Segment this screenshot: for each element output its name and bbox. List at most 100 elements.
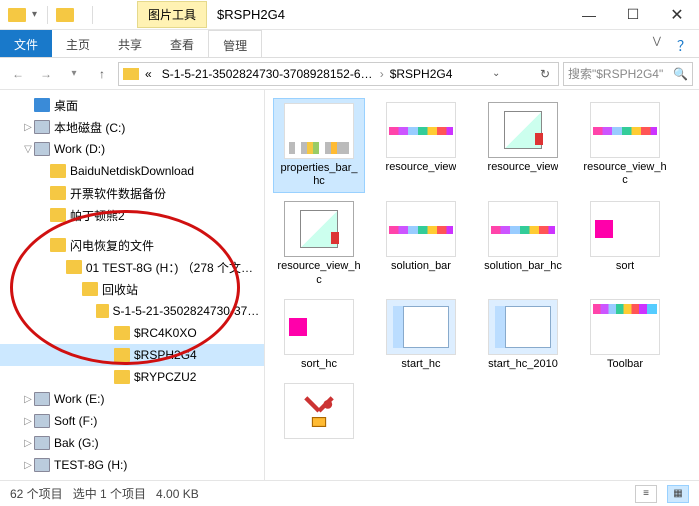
tab-share[interactable]: 共享 [104,30,156,57]
tree-item[interactable]: ▷Bak (G:) [0,432,264,454]
folder-icon [50,164,66,178]
tree-item-label: Work (D:) [54,142,105,156]
item-count: 62 个项目 [10,485,63,502]
tree-item[interactable]: 闪电恢复的文件 [0,234,264,256]
expand-icon[interactable]: ▷ [22,438,34,449]
tab-file[interactable]: 文件 [0,30,52,57]
disk-icon [34,458,50,472]
maximize-button[interactable]: ☐ [611,0,655,30]
file-item[interactable]: resource_view_hc [273,197,365,290]
tree-item-label: 网络 [38,479,62,481]
file-label: resource_view_hc [277,260,361,286]
file-thumbnail [284,201,354,257]
file-item[interactable]: properties_bar_hc [273,98,365,193]
back-button[interactable]: ← [6,62,30,86]
refresh-icon[interactable]: ↻ [536,67,554,81]
ribbon-expand-icon[interactable]: ⋁ [645,30,669,57]
chevron-right-icon[interactable]: › [380,67,384,81]
tree-item[interactable]: 帕丁顿熊2 [0,204,264,226]
file-label: start_hc_2010 [488,358,558,371]
folder-icon [114,326,130,340]
expand-icon[interactable]: ▷ [22,416,34,427]
file-item[interactable]: solution_bar_hc [477,197,569,290]
file-label: properties_bar_hc [278,162,360,188]
file-item[interactable] [273,379,365,446]
tree-item[interactable]: $RSPH2G4 [0,344,264,366]
folder-icon [114,348,130,362]
breadcrumb-prefix[interactable]: « [141,67,156,81]
tree-item-label: 帕丁顿熊2 [70,207,125,224]
folder-icon [114,370,130,384]
folder-icon [50,208,66,222]
tab-view[interactable]: 查看 [156,30,208,57]
tree-item-label: 本地磁盘 (C:) [54,119,125,136]
file-list[interactable]: properties_bar_hcresource_viewresource_v… [265,90,699,480]
tree-item-label: BaiduNetdiskDownload [70,164,194,178]
close-button[interactable]: ✕ [655,0,699,30]
file-thumbnail [488,201,558,257]
file-item[interactable]: solution_bar [375,197,467,290]
search-placeholder: 搜索"$RSPH2G4" [568,65,663,82]
separator [47,6,48,24]
qat-dropdown[interactable]: ▾ [30,9,39,20]
tree-item[interactable]: ▽ Work (D:) [0,138,264,160]
file-label: resource_view [386,161,457,174]
spacer [262,30,645,57]
tree-item[interactable]: BaiduNetdiskDownload [0,160,264,182]
file-item[interactable]: sort_hc [273,295,365,375]
tree-item[interactable]: 回收站 [0,278,264,300]
tree-item[interactable]: $RYPCZU2 [0,366,264,388]
tree-item-label: 回收站 [102,281,138,298]
file-item[interactable]: resource_view_hc [579,98,671,193]
folder-icon [8,8,26,22]
tree-item[interactable]: 开票软件数据备份 [0,182,264,204]
tree-item[interactable]: $RC4K0XO [0,322,264,344]
disk-icon [34,414,50,428]
file-item[interactable]: sort [579,197,671,290]
context-tab-label: 图片工具 [137,1,207,28]
expand-icon[interactable]: ▷ [22,460,34,471]
tree-item[interactable]: ▷Work (E:) [0,388,264,410]
tree-item[interactable]: ▷ 本地磁盘 (C:) [0,116,264,138]
navigation-tree[interactable]: 桌面 ▷ 本地磁盘 (C:) ▽ Work (D:) BaiduNetdiskDownlo… [0,90,265,480]
tab-manage[interactable]: 管理 [208,30,262,57]
selection-size: 4.00 KB [156,487,199,501]
search-icon[interactable]: 🔍 [673,67,688,81]
tree-item[interactable]: 桌面 [0,94,264,116]
tree-item-label: 闪电恢复的文件 [70,237,154,254]
tree-item[interactable]: ▷TEST-8G (H:) [0,454,264,476]
address-dropdown[interactable]: ⌄ [488,68,504,79]
expand-icon[interactable]: ▽ [22,144,34,155]
quick-access-toolbar: ▾ [0,6,97,24]
recent-locations[interactable]: ▾ [62,62,86,86]
forward-button[interactable]: → [34,62,58,86]
file-label: solution_bar_hc [484,260,562,273]
tree-item[interactable]: ▷Soft (F:) [0,410,264,432]
up-button[interactable]: ↑ [90,62,114,86]
tree-item[interactable]: S-1-5-21-3502824730-3708928152 [0,300,264,322]
minimize-button[interactable]: — [567,0,611,30]
icons-view-button[interactable]: ▦ [667,485,689,503]
tree-item[interactable]: ▷网络 [0,476,264,480]
expand-icon[interactable]: ▷ [22,122,34,133]
help-icon[interactable]: ？ [669,30,699,57]
expand-icon[interactable]: ▷ [22,394,34,405]
file-thumbnail [386,299,456,355]
tree-item[interactable]: 01 TEST-8G (H：) （278 个文件） [0,256,264,278]
file-label: solution_bar [391,260,451,273]
address-bar[interactable]: « S-1-5-21-3502824730-3708928152-618087.… [118,62,559,86]
tab-home[interactable]: 主页 [52,30,104,57]
breadcrumb-segment[interactable]: S-1-5-21-3502824730-3708928152-618087... [158,67,378,81]
search-box[interactable]: 搜索"$RSPH2G4" 🔍 [563,62,693,86]
file-item[interactable]: resource_view [375,98,467,193]
file-item[interactable]: resource_view [477,98,569,193]
disk-icon [34,142,50,156]
file-thumbnail [386,102,456,158]
details-view-button[interactable]: ≡ [635,485,657,503]
breadcrumb-segment[interactable]: $RSPH2G4 [386,67,457,81]
file-item[interactable]: start_hc_2010 [477,295,569,375]
file-item[interactable]: Toolbar [579,295,671,375]
file-item[interactable]: start_hc [375,295,467,375]
navigation-bar: ← → ▾ ↑ « S-1-5-21-3502824730-3708928152… [0,58,699,90]
file-thumbnail [590,201,660,257]
